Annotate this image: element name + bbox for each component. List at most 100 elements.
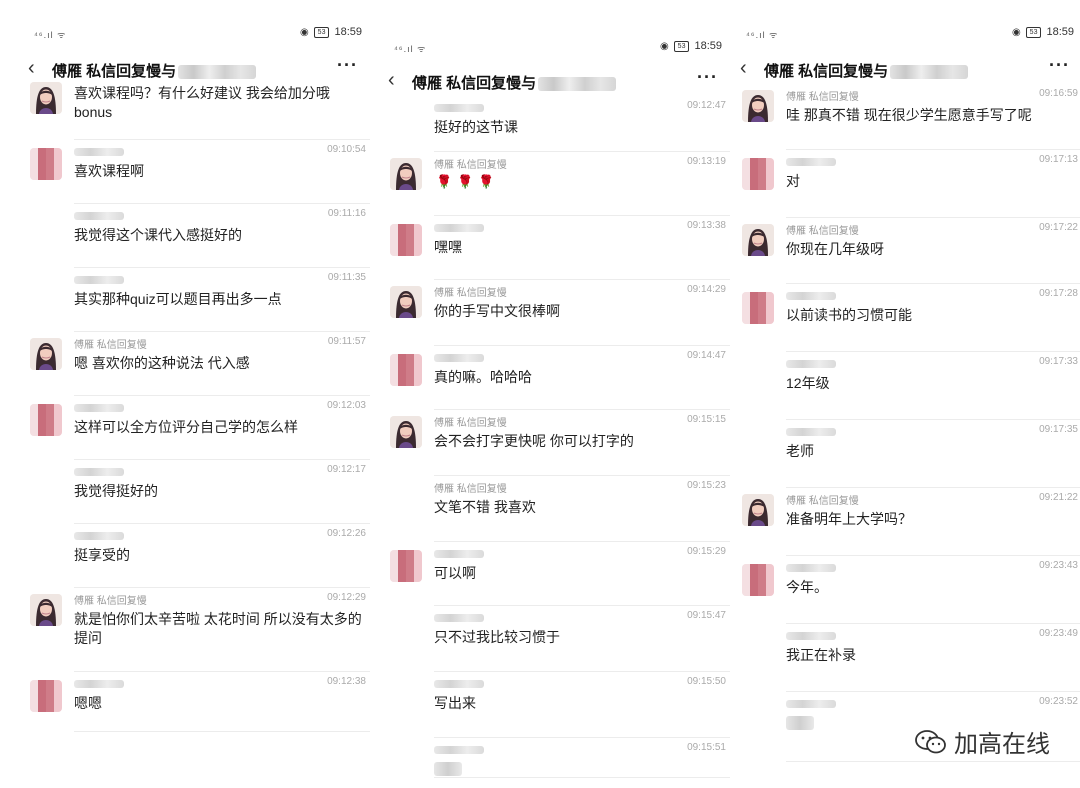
student-avatar[interactable] [742, 292, 774, 324]
message-row: 傅雁 私信回复慢 09:15:23 文笔不错 我喜欢 [378, 476, 730, 542]
back-icon[interactable]: ‹ [388, 69, 395, 92]
message-row: 傅雁 私信回复慢 09:21:22 准备明年上大学吗？ [730, 488, 1080, 556]
sender-name-redacted [74, 276, 124, 284]
message-time: 09:17:28 [1039, 288, 1078, 299]
back-icon[interactable]: ‹ [740, 57, 747, 80]
message-text: 挺好的这节课 [434, 119, 518, 135]
message-text: 准备明年上大学吗？ [786, 511, 912, 527]
student-avatar[interactable] [390, 550, 422, 582]
message-row: 傅雁 私信回复慢 09:17:22 你现在几年级呀 [730, 218, 1080, 284]
message-text: 我觉得挺好的 [74, 483, 158, 499]
message-text: 挺享受的 [74, 547, 130, 563]
message-text: 嗯 喜欢你的这种说法 代入感 [74, 355, 250, 371]
message-row: 09:12:26 挺享受的 [18, 524, 370, 588]
battery-icon: 53 [1025, 26, 1042, 38]
sender-name-redacted [434, 746, 484, 754]
teacher-avatar[interactable] [742, 494, 774, 526]
signal-icon: ⁴⁶.ıl ᯤ [34, 30, 67, 40]
message-text: 喜欢课程啊 [74, 163, 144, 179]
message-time: 09:15:23 [687, 480, 726, 491]
rose-emoji: 🌹🌹🌹 [436, 174, 500, 189]
message-row: 09:23:49 我正在补录 [730, 624, 1080, 692]
message-time: 09:17:22 [1039, 222, 1078, 233]
sender-name: 傅雁 私信回复慢 [434, 484, 507, 495]
message-row: 09:11:35 其实那种quiz可以题目再出多一点 [18, 268, 370, 332]
status-bar: ⁴⁶.ıl ᯤ ◉ 53 18:59 [18, 24, 370, 46]
chat-title-text: 傅雁 私信回复慢与 [412, 75, 537, 92]
sender-name: 傅雁 私信回复慢 [74, 596, 147, 607]
message-time: 09:15:47 [687, 610, 726, 621]
message-text: 就是怕你们太辛苦啦 太花时间 所以没有太多的提问 [74, 611, 362, 646]
signal-icon: ⁴⁶.ıl ᯤ [746, 30, 779, 40]
message-time: 09:16:59 [1039, 88, 1078, 99]
message-text: 哇 那真不错 现在很少学生愿意手写了呢 [786, 107, 1032, 123]
message-time: 09:12:47 [687, 100, 726, 111]
teacher-avatar[interactable] [30, 594, 62, 626]
message-text: 老师 [786, 443, 814, 459]
status-right: ◉ 53 18:59 [300, 26, 362, 38]
message-text: 嗯嗯 [74, 695, 102, 711]
more-options-icon[interactable]: ··· [697, 67, 718, 88]
student-avatar[interactable] [30, 148, 62, 180]
eye-icon: ◉ [299, 26, 309, 38]
sender-name-redacted [74, 148, 124, 156]
divider [434, 777, 730, 778]
teacher-avatar[interactable] [30, 82, 62, 114]
teacher-avatar[interactable] [742, 224, 774, 256]
sender-name: 傅雁 私信回复慢 [786, 226, 859, 237]
message-time: 09:11:16 [327, 208, 366, 219]
message-text: 对 [786, 173, 800, 189]
status-right: ◉ 53 18:59 [1012, 26, 1074, 38]
message-row: 09:17:35 老师 [730, 420, 1080, 488]
student-avatar[interactable] [390, 224, 422, 256]
message-text: 你的手写中文很棒啊 [434, 303, 560, 319]
watermark: 加高在线 [914, 724, 1050, 759]
student-avatar[interactable] [742, 564, 774, 596]
message-row: 09:11:16 我觉得这个课代入感挺好的 [18, 204, 370, 268]
sender-name-redacted [786, 158, 836, 166]
student-avatar[interactable] [30, 680, 62, 712]
battery-icon: 53 [313, 26, 330, 38]
sender-name-redacted [434, 354, 484, 362]
more-options-icon[interactable]: ··· [1049, 55, 1070, 76]
sender-name-redacted [786, 428, 836, 436]
message-time: 09:21:22 [1039, 492, 1078, 503]
teacher-avatar[interactable] [390, 416, 422, 448]
teacher-avatar[interactable] [390, 286, 422, 318]
student-avatar[interactable] [742, 158, 774, 190]
signal-icon: ⁴⁶.ıl ᯤ [394, 44, 427, 54]
teacher-avatar[interactable] [390, 158, 422, 190]
message-time: 09:11:57 [327, 336, 366, 347]
message-text: 我正在补录 [786, 647, 856, 663]
message-time: 09:12:03 [327, 400, 366, 411]
sender-name: 傅雁 私信回复慢 [786, 92, 859, 103]
teacher-avatar[interactable] [742, 90, 774, 122]
message-time: 09:11:35 [327, 272, 366, 283]
status-time: 18:59 [694, 40, 722, 52]
message-text: 真的嘛。哈哈哈 [434, 369, 532, 385]
message-text: 以前读书的习惯可能 [786, 307, 912, 323]
title-bar: ‹ 傅雁 私信回复慢与 ··· [730, 54, 1080, 86]
sender-name: 傅雁 私信回复慢 [434, 160, 507, 171]
student-avatar[interactable] [30, 404, 62, 436]
status-time: 18:59 [334, 26, 362, 38]
sender-name-redacted [74, 680, 124, 688]
sender-name-redacted [434, 550, 484, 558]
sender-name-redacted [786, 632, 836, 640]
eye-icon: ◉ [659, 40, 669, 52]
student-avatar[interactable] [390, 354, 422, 386]
more-options-icon[interactable]: ··· [337, 55, 358, 76]
message-text: 会不会打字更快呢 你可以打字的 [434, 433, 634, 449]
message-time: 09:23:52 [1039, 696, 1078, 707]
teacher-avatar[interactable] [30, 338, 62, 370]
sender-name: 傅雁 私信回复慢 [434, 418, 507, 429]
sender-name-redacted [434, 224, 484, 232]
message-text: 其实那种quiz可以题目再出多一点 [74, 291, 282, 307]
status-right: ◉ 53 18:59 [660, 40, 722, 52]
sender-name-redacted [786, 292, 836, 300]
message-time: 09:17:13 [1039, 154, 1078, 165]
message-row: 喜欢课程吗？有什么好建议 我会给加分哦bonus [18, 76, 370, 140]
message-time: 09:15:15 [687, 414, 726, 425]
message-text: 文笔不错 我喜欢 [434, 499, 536, 515]
message-time: 09:10:54 [327, 144, 366, 155]
